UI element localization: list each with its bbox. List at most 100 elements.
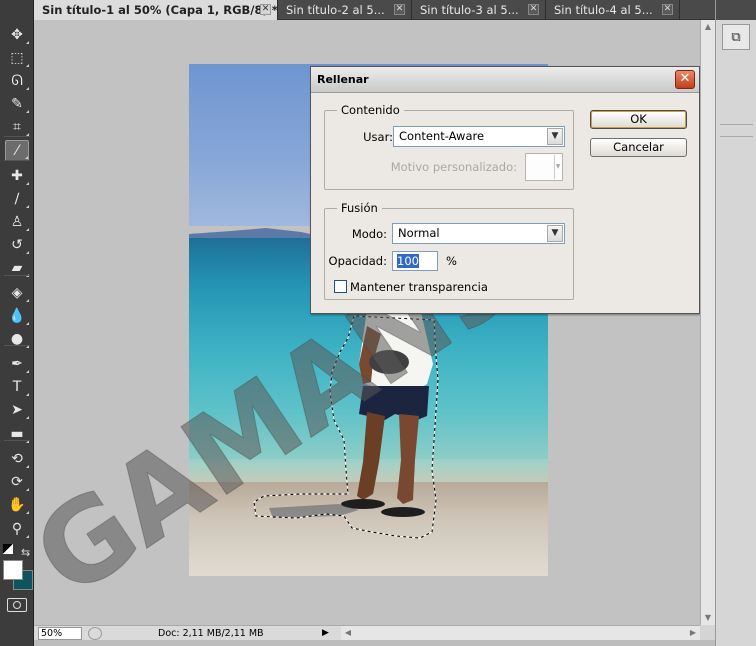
mode-label: Modo: (351, 227, 387, 241)
blending-group: Fusión Modo: Normal ▼ Opacidad: 100 % Ma… (324, 201, 574, 300)
tool-group-indicator (26, 182, 29, 185)
clone-stamp-tool-icon[interactable]: ♙ (5, 211, 29, 232)
fill-dialog: Rellenar ✕ Contenido Usar: Content-Aware… (310, 66, 700, 314)
scrollbar-corner (700, 625, 715, 640)
zoom-field[interactable]: 50% (38, 626, 82, 640)
bottom-strip (34, 640, 756, 646)
tool-group-indicator (26, 205, 29, 208)
color-swatches: ⇆ (2, 544, 34, 594)
zoom-tool-icon[interactable]: ⚲ (5, 518, 29, 539)
tool-group-indicator (26, 64, 29, 67)
document-tab-label: Sin título-4 al 5... (554, 3, 653, 17)
content-group: Contenido Usar: Content-Aware ▼ Motivo p… (324, 103, 574, 190)
use-label: Usar: (363, 130, 393, 144)
close-icon[interactable]: ✕ (528, 4, 539, 15)
ok-button[interactable]: OK (590, 110, 687, 129)
3d-rotate-tool-icon[interactable]: ⟲ (5, 448, 29, 469)
opacity-value: 100 (397, 254, 419, 268)
tools-panel: ✥ ⬚ ᘏ ✎ ⌗ ⁄ ✚ ∕ ♙ ↺ ▰ ◈ 💧 ● ✒ T ➤ ▬ ⟲ ⟳ ✋ ⚲ ⇆ (0, 0, 34, 646)
document-tab[interactable]: Sin título-1 al 50% (Capa 1, RGB/8) * ✕ (34, 0, 278, 20)
tool-group-indicator (26, 416, 29, 419)
brush-tool-icon[interactable]: ∕ (5, 188, 29, 209)
toolbar-divider (4, 345, 30, 346)
vertical-scrollbar[interactable]: ▲ ▼ (700, 20, 715, 625)
blur-tool-icon[interactable]: 💧 (5, 305, 29, 326)
close-icon[interactable]: ✕ (394, 4, 405, 15)
opacity-label: Opacidad: (328, 254, 387, 268)
path-selection-tool-icon[interactable]: ➤ (5, 399, 29, 420)
panel-divider (720, 124, 753, 125)
tool-group-indicator (26, 228, 29, 231)
default-colors-icon[interactable] (3, 544, 13, 554)
scroll-right-icon[interactable]: ▶ (688, 628, 698, 638)
panel-dock-header (716, 0, 756, 20)
opacity-input[interactable]: 100 (392, 251, 438, 271)
document-tab[interactable]: Sin título-4 al 5... ✕ (546, 0, 680, 20)
quick-mask-icon[interactable] (7, 598, 27, 612)
dialog-title-bar[interactable]: Rellenar ✕ (311, 67, 699, 93)
status-info-icon[interactable] (88, 626, 102, 640)
scroll-down-icon[interactable]: ▼ (703, 613, 713, 623)
tool-group-indicator (26, 110, 29, 113)
status-bar: 50% Doc: 2,11 MB/2,11 MB ▶ (34, 625, 341, 640)
tool-group-indicator (26, 465, 29, 468)
move-tool-icon[interactable]: ✥ (5, 24, 29, 45)
tool-group-indicator (25, 156, 28, 159)
horizontal-scrollbar[interactable]: ◀ ▶ (341, 625, 700, 640)
toolbar-divider (4, 160, 30, 161)
preserve-transparency-checkbox[interactable] (334, 280, 347, 293)
close-icon[interactable]: ✕ (662, 4, 673, 15)
toolbar-divider (4, 136, 30, 137)
blending-group-label: Fusión (337, 201, 382, 215)
lasso-tool-icon[interactable]: ᘏ (5, 70, 29, 91)
dialog-title: Rellenar (317, 73, 369, 86)
chevron-down-icon: ▼ (554, 155, 561, 179)
right-panel-dock: ⧉ (715, 0, 756, 646)
tool-group-indicator (26, 251, 29, 254)
document-tab-label: Sin título-2 al 5... (286, 3, 385, 17)
tool-group-indicator (26, 41, 29, 44)
custom-pattern-label: Motivo personalizado: (390, 160, 517, 174)
tool-group-indicator (26, 488, 29, 491)
tool-group-indicator (26, 393, 29, 396)
toolbar-divider (4, 275, 30, 276)
history-brush-tool-icon[interactable]: ↺ (5, 234, 29, 255)
doc-info: Doc: 2,11 MB/2,11 MB (158, 627, 264, 639)
tool-group-indicator (26, 299, 29, 302)
quick-selection-tool-icon[interactable]: ✎ (5, 93, 29, 114)
tool-group-indicator (26, 322, 29, 325)
document-tab[interactable]: Sin título-3 al 5... ✕ (412, 0, 546, 20)
document-tab-label: Sin título-1 al 50% (Capa 1, RGB/8) * (42, 3, 278, 17)
close-icon[interactable]: ✕ (675, 70, 695, 89)
scroll-left-icon[interactable]: ◀ (343, 628, 353, 638)
toolbar-divider (4, 440, 30, 441)
chevron-down-icon: ▼ (547, 225, 563, 242)
tool-group-indicator (26, 511, 29, 514)
healing-brush-tool-icon[interactable]: ✚ (5, 165, 29, 186)
tool-group-indicator (26, 535, 29, 538)
3d-orbit-tool-icon[interactable]: ⟳ (5, 471, 29, 492)
swap-colors-icon[interactable]: ⇆ (21, 546, 30, 559)
panel-icon[interactable]: ⧉ (722, 24, 750, 50)
paint-bucket-tool-icon[interactable]: ◈ (5, 282, 29, 303)
marquee-tool-icon[interactable]: ⬚ (5, 47, 29, 68)
foreground-color-swatch[interactable] (3, 560, 23, 580)
use-select[interactable]: Content-Aware ▼ (393, 126, 565, 147)
document-tab-label: Sin título-3 al 5... (420, 3, 519, 17)
pen-tool-icon[interactable]: ✒ (5, 353, 29, 374)
preserve-transparency-label[interactable]: Mantener transparencia (350, 280, 488, 294)
crop-tool-icon[interactable]: ⌗ (5, 116, 29, 137)
tool-group-indicator (26, 87, 29, 90)
mode-select[interactable]: Normal ▼ (392, 223, 565, 244)
mode-select-value: Normal (398, 226, 440, 240)
status-menu-arrow-icon[interactable]: ▶ (322, 628, 332, 638)
eyedropper-tool-icon[interactable]: ⁄ (5, 140, 29, 161)
type-tool-icon[interactable]: T (5, 376, 29, 397)
scroll-up-icon[interactable]: ▲ (703, 22, 713, 32)
cancel-button[interactable]: Cancelar (590, 138, 687, 157)
document-tab-bar: Sin título-1 al 50% (Capa 1, RGB/8) * ✕ Si… (34, 0, 715, 20)
hand-tool-icon[interactable]: ✋ (5, 494, 29, 515)
document-tab[interactable]: Sin título-2 al 5... ✕ (278, 0, 412, 20)
close-icon[interactable]: ✕ (260, 4, 271, 15)
custom-pattern-picker[interactable]: ▼ (525, 153, 563, 181)
